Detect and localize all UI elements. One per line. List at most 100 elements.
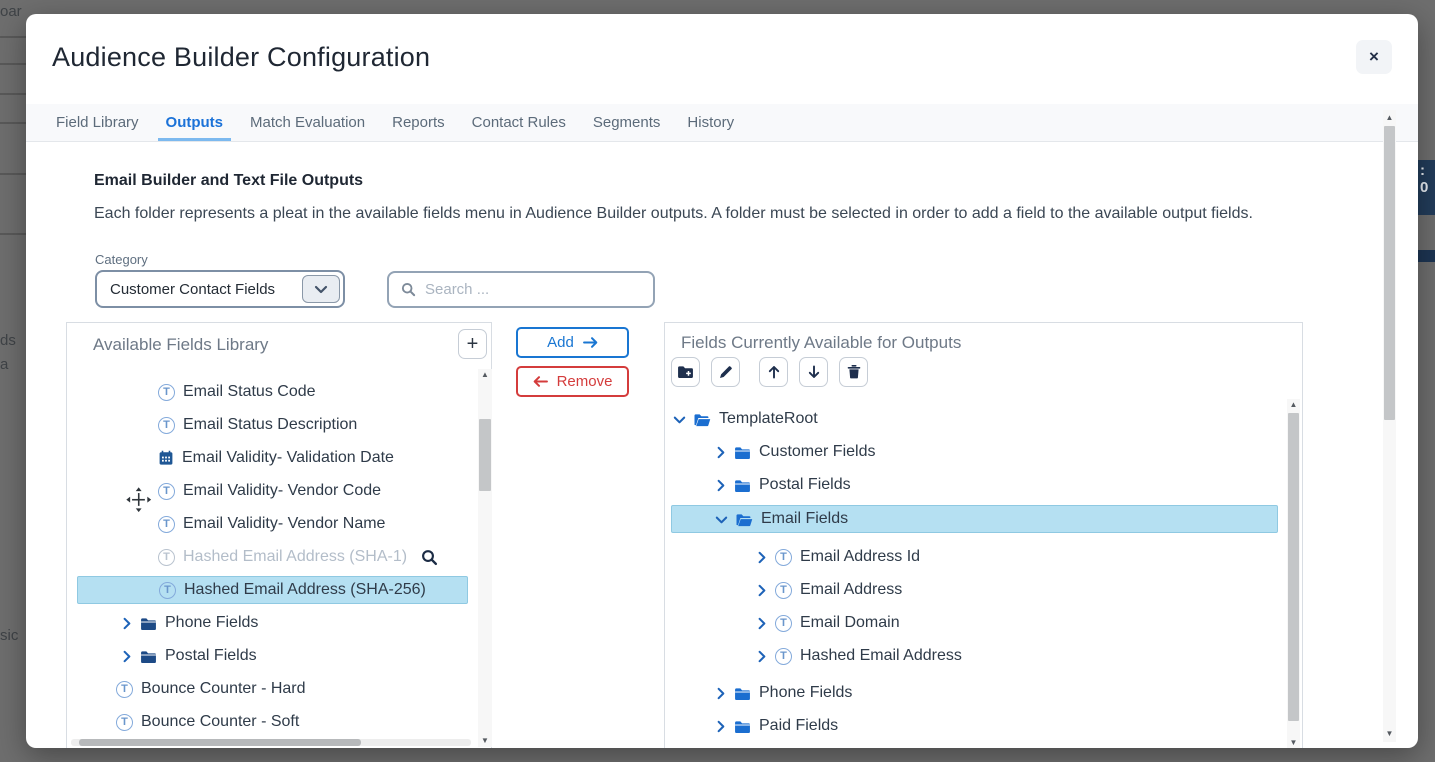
background-text-fragment: a <box>0 356 8 373</box>
background-banner: : 0 <box>1418 160 1435 215</box>
chevron-down-icon <box>672 412 687 427</box>
field-item-label: Hashed Email Address (SHA-256) <box>184 581 426 599</box>
tree-folder-item[interactable]: Customer Fields <box>713 438 875 466</box>
section-description: Each folder represents a pleat in the av… <box>94 202 1326 226</box>
field-item-label: Email Status Description <box>183 416 357 434</box>
tree-field-item[interactable]: T Hashed Email Address <box>754 642 962 670</box>
add-to-outputs-button[interactable]: Add <box>516 327 629 358</box>
tree-folder-item[interactable]: Phone Fields <box>713 679 852 707</box>
folder-open-icon <box>735 512 753 527</box>
category-select[interactable]: Customer Contact Fields <box>95 270 345 308</box>
tab-segments[interactable]: Segments <box>583 104 671 141</box>
scrollbar-thumb[interactable] <box>479 419 491 491</box>
text-field-icon: T <box>158 417 175 434</box>
field-item-disabled[interactable]: T Hashed Email Address (SHA-1) <box>158 543 438 571</box>
field-item-label: Bounce Counter - Soft <box>141 713 299 731</box>
scroll-up-arrow[interactable]: ▲ <box>478 369 492 381</box>
remove-from-outputs-button[interactable]: Remove <box>516 366 629 397</box>
chevron-right-icon <box>119 616 134 631</box>
chevron-right-icon <box>119 649 134 664</box>
tab-reports[interactable]: Reports <box>382 104 455 141</box>
text-field-icon: T <box>775 648 792 665</box>
scrollbar-thumb[interactable] <box>1288 413 1299 721</box>
tree-folder-item-selected[interactable]: Email Fields <box>671 505 1278 533</box>
field-item[interactable]: T Email Status Code <box>158 378 316 406</box>
add-button-label: Add <box>547 334 574 351</box>
field-item[interactable]: Email Validity- Validation Date <box>158 444 394 472</box>
scroll-down-arrow[interactable]: ▼ <box>478 735 492 747</box>
calendar-icon <box>158 450 174 466</box>
scroll-down-arrow[interactable]: ▼ <box>1383 728 1396 740</box>
tree-item-label: Customer Fields <box>759 443 875 461</box>
tab-field-library[interactable]: Field Library <box>46 104 149 141</box>
tree-field-item[interactable]: T Email Address <box>754 576 902 604</box>
delete-button[interactable] <box>839 357 868 387</box>
tree-field-item[interactable]: T Email Domain <box>754 609 900 637</box>
tree-item-label: Email Domain <box>800 614 900 632</box>
field-item[interactable]: T Email Validity- Vendor Code <box>158 477 381 505</box>
field-item[interactable]: T Email Status Description <box>158 411 357 439</box>
background-divider <box>0 122 26 124</box>
tree-item-label: TemplateRoot <box>719 410 818 428</box>
output-fields-toolbar <box>671 357 868 387</box>
tree-item-label: Email Address <box>800 581 902 599</box>
field-item[interactable]: T Bounce Counter - Hard <box>116 675 306 703</box>
chevron-right-icon <box>713 719 728 734</box>
left-list-horizontal-scrollbar[interactable] <box>71 739 471 746</box>
text-field-icon: T <box>775 549 792 566</box>
background-banner <box>1418 250 1435 262</box>
scrollbar-thumb[interactable] <box>79 739 361 746</box>
folder-item-label: Phone Fields <box>165 614 258 632</box>
scrollbar-thumb[interactable] <box>1384 126 1395 420</box>
tree-folder-item[interactable]: Postal Fields <box>713 471 851 499</box>
background-badge-fragment: : 0 <box>1418 160 1435 196</box>
right-tree-vertical-scrollbar[interactable]: ▲ ▼ <box>1287 399 1300 748</box>
text-field-icon: T <box>116 681 133 698</box>
background-divider <box>0 173 26 175</box>
field-item[interactable]: T Bounce Counter - Soft <box>116 708 299 736</box>
arrow-right-icon <box>583 336 598 349</box>
tree-item-label: Paid Fields <box>759 717 838 735</box>
chevron-right-icon <box>754 616 769 631</box>
chevron-right-icon <box>754 649 769 664</box>
scroll-down-arrow[interactable]: ▼ <box>1287 737 1300 748</box>
move-up-button[interactable] <box>759 357 788 387</box>
scroll-up-arrow[interactable]: ▲ <box>1287 399 1300 411</box>
background-divider <box>0 36 26 38</box>
background-divider <box>0 233 26 235</box>
search-input[interactable] <box>425 281 641 298</box>
scroll-up-arrow[interactable]: ▲ <box>1383 112 1396 124</box>
folder-item[interactable]: Phone Fields <box>119 609 258 637</box>
left-list-vertical-scrollbar[interactable]: ▲ ▼ <box>478 369 492 747</box>
tab-match-evaluation[interactable]: Match Evaluation <box>240 104 375 141</box>
trash-icon <box>846 364 862 380</box>
move-down-button[interactable] <box>799 357 828 387</box>
close-button[interactable]: × <box>1356 40 1392 74</box>
add-field-button[interactable]: + <box>458 329 487 359</box>
category-dropdown-button[interactable] <box>302 275 340 303</box>
field-item[interactable]: T Email Validity- Vendor Name <box>158 510 385 538</box>
tree-folder-item[interactable]: TemplateRoot <box>672 405 818 433</box>
output-fields-title: Fields Currently Available for Outputs <box>681 333 961 353</box>
tree-folder-item[interactable]: Paid Fields <box>713 712 838 740</box>
arrow-down-icon <box>806 364 822 380</box>
field-item-label: Bounce Counter - Hard <box>141 680 306 698</box>
field-item-selected[interactable]: T Hashed Email Address (SHA-256) <box>77 576 468 604</box>
folder-item[interactable]: Postal Fields <box>119 642 257 670</box>
available-fields-panel: Available Fields Library + T Email Statu… <box>66 322 492 748</box>
tab-history[interactable]: History <box>677 104 744 141</box>
text-field-icon: T <box>158 549 175 566</box>
folder-open-icon <box>693 412 711 427</box>
tree-field-item[interactable]: T Email Address Id <box>754 543 920 571</box>
dialog-title: Audience Builder Configuration <box>52 42 430 73</box>
folder-icon <box>734 445 751 460</box>
new-folder-button[interactable] <box>671 357 700 387</box>
tab-contact-rules[interactable]: Contact Rules <box>462 104 576 141</box>
dialog-vertical-scrollbar[interactable]: ▲ ▼ <box>1383 110 1396 742</box>
edit-button[interactable] <box>711 357 740 387</box>
close-icon: × <box>1369 47 1379 67</box>
text-field-icon: T <box>158 516 175 533</box>
folder-icon <box>734 719 751 734</box>
tab-outputs[interactable]: Outputs <box>156 104 234 141</box>
chevron-down-icon <box>714 512 729 527</box>
